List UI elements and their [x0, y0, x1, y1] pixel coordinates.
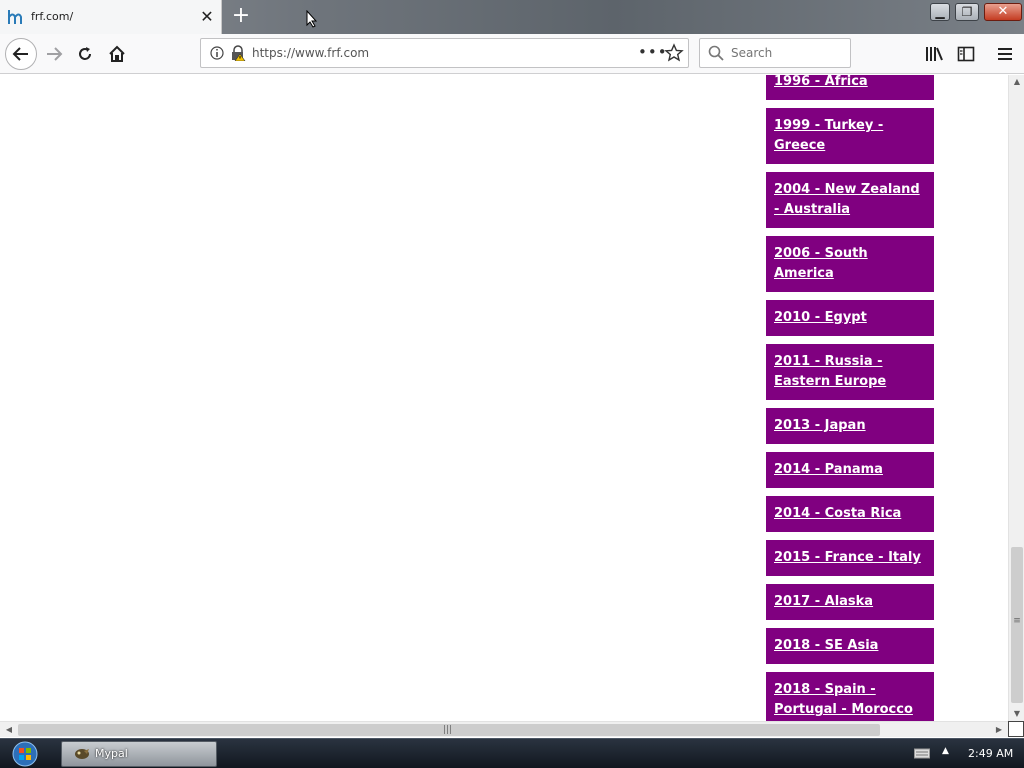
trip-link[interactable]: 1996 - Africa	[766, 75, 934, 100]
trip-link-list: 1996 - Africa 1999 - Turkey - Greece 2004 …	[766, 75, 934, 721]
scroll-corner	[1008, 721, 1024, 737]
navigation-bar: https://www.frf.com •••	[0, 34, 1024, 74]
close-icon: ✕	[997, 4, 1009, 19]
trip-link[interactable]: 2014 - Panama	[766, 452, 934, 488]
forward-button[interactable]	[42, 42, 66, 66]
library-button[interactable]	[922, 42, 946, 66]
horizontal-scrollbar[interactable]: ◀ ||| ▶	[0, 721, 1008, 737]
vertical-scroll-thumb[interactable]: ≡	[1011, 547, 1023, 703]
scroll-up-arrow-icon[interactable]: ▲	[1009, 75, 1024, 89]
title-bar: frf.com/ ✕ + ▁ ❐ ✕	[0, 0, 1024, 34]
close-window-button[interactable]: ✕	[984, 3, 1022, 21]
url-bar[interactable]: https://www.frf.com •••	[200, 38, 689, 68]
vertical-scrollbar[interactable]: ▲ ≡ ▼	[1008, 75, 1024, 721]
sidebar-toggle-button[interactable]	[954, 42, 978, 66]
trip-link[interactable]: 2006 - South America	[766, 236, 934, 292]
close-tab-icon[interactable]: ✕	[199, 9, 215, 25]
grip-icon: ≡	[1013, 616, 1021, 626]
taskbar-item-label: Mypal	[95, 747, 128, 760]
system-clock[interactable]: 2:49 AM	[968, 747, 1013, 760]
show-hidden-icons-icon[interactable]: ▲	[942, 746, 949, 756]
reload-icon	[79, 47, 91, 60]
info-icon[interactable]	[210, 46, 224, 60]
url-text[interactable]: https://www.frf.com	[252, 46, 369, 60]
back-button[interactable]	[5, 38, 37, 70]
trip-link[interactable]: 2015 - France - Italy	[766, 540, 934, 576]
trip-link[interactable]: 1999 - Turkey - Greece	[766, 108, 934, 164]
restore-icon: ❐	[961, 5, 973, 19]
home-button[interactable]	[105, 42, 129, 66]
sidebar-icon	[957, 46, 975, 62]
back-arrow-icon	[12, 47, 28, 61]
trip-link[interactable]: 2011 - Russia - Eastern Europe	[766, 344, 934, 400]
scroll-left-arrow-icon[interactable]: ◀	[2, 723, 16, 737]
site-favicon-icon	[8, 10, 22, 24]
minimize-button[interactable]: ▁	[930, 3, 950, 21]
trip-link[interactable]: 2010 - Egypt	[766, 300, 934, 336]
menu-button[interactable]	[993, 42, 1017, 66]
search-box[interactable]	[699, 38, 851, 68]
home-icon	[109, 45, 125, 62]
scroll-down-arrow-icon[interactable]: ▼	[1009, 707, 1024, 721]
keyboard-icon[interactable]	[914, 747, 930, 759]
tab-title: frf.com/	[31, 10, 74, 23]
taskbar-item-mypal[interactable]: Mypal	[61, 741, 217, 767]
grip-icon: |||	[443, 725, 453, 735]
mypal-app-icon	[75, 749, 89, 759]
library-icon	[926, 47, 943, 61]
new-tab-icon[interactable]: +	[231, 5, 251, 27]
search-icon	[708, 45, 724, 61]
trip-link[interactable]: 2017 - Alaska	[766, 584, 934, 620]
trip-link[interactable]: 2004 - New Zealand - Australia	[766, 172, 934, 228]
trip-link[interactable]: 2018 - Spain - Portugal - Morocco	[766, 672, 934, 721]
forward-arrow-icon	[47, 47, 63, 61]
hamburger-menu-icon	[998, 48, 1012, 60]
trip-link[interactable]: 2018 - SE Asia	[766, 628, 934, 664]
taskbar: Mypal ▲ 2:49 AM	[0, 738, 1024, 768]
page-content: 1996 - Africa 1999 - Turkey - Greece 2004 …	[0, 75, 1008, 721]
mouse-cursor-icon	[306, 10, 318, 28]
scroll-right-arrow-icon[interactable]: ▶	[992, 723, 1006, 737]
restore-button[interactable]: ❐	[955, 3, 979, 21]
windows-start-icon[interactable]	[8, 740, 42, 768]
trip-link[interactable]: 2014 - Costa Rica	[766, 496, 934, 532]
insecure-lock-icon[interactable]	[230, 45, 246, 61]
horizontal-scroll-thumb[interactable]: |||	[18, 724, 880, 736]
bookmark-star-icon[interactable]	[664, 43, 684, 63]
minimize-icon: ▁	[935, 5, 945, 19]
reload-button[interactable]	[73, 42, 97, 66]
trip-link[interactable]: 2013 - Japan	[766, 408, 934, 444]
active-tab[interactable]: frf.com/ ✕	[0, 0, 222, 34]
search-input[interactable]	[731, 44, 846, 62]
